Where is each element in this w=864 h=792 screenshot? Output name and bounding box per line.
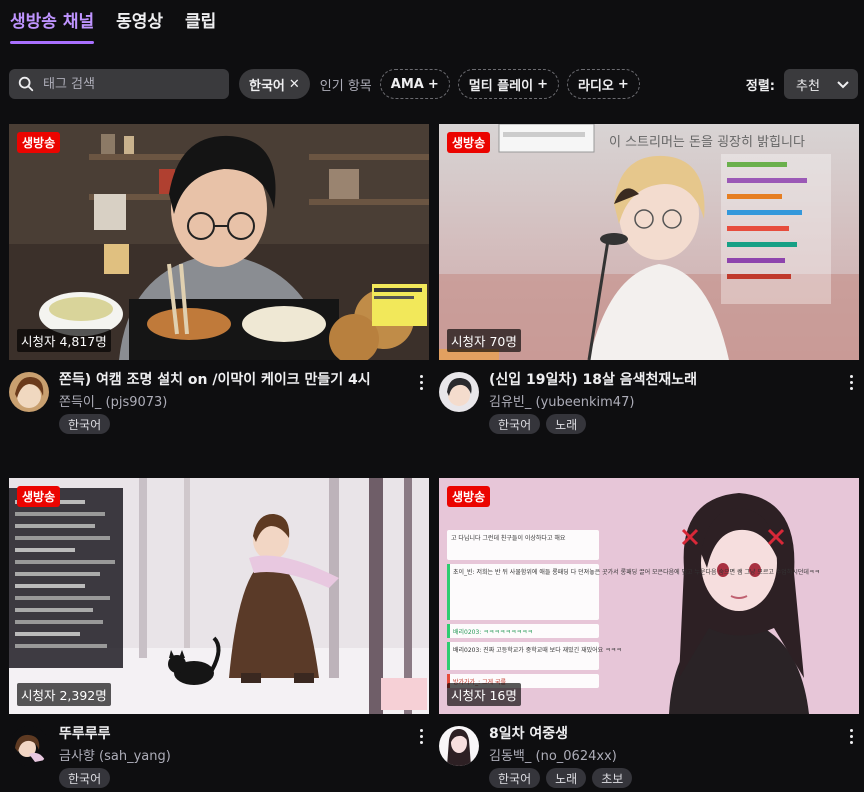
plus-icon: + (617, 76, 629, 92)
channel-name[interactable]: 쫀득이_ (pjs9073) (59, 391, 167, 410)
chip-label: 멀티 플레이 (468, 78, 534, 94)
tab-videos[interactable]: 동영상 (116, 8, 163, 44)
stream-meta: 쫀득) 여캠 조명 설치 on /이막이 케이크 만들기 4시 쫀득이_ (pj… (9, 369, 429, 449)
live-badge: 생방송 (447, 486, 491, 507)
channel-name[interactable]: 금사향 (sah_yang) (59, 745, 171, 764)
channel-name[interactable]: 김동백_ (no_0624xx) (489, 745, 617, 764)
stream-meta: 뚜루루루 금사향 (sah_yang) 한국어 (9, 723, 429, 792)
stream-card: 생방송 시청자 4,817명 쫀득) 여캠 조명 설치 on /이막이 케이크 … (9, 124, 429, 449)
stream-meta: (신입 19일차) 18살 음색천재노래 김유빈_ (yubeenkim47) … (439, 369, 859, 449)
plus-icon: + (537, 76, 548, 92)
popular-tag-chip-multiplayer[interactable]: 멀티 플레이 + (457, 69, 559, 99)
stream-thumbnail[interactable]: 고 다닙니다 그런데 친구들이 이상하다고 해요 초이_빈: 저희는 반 뒤 사… (439, 478, 859, 714)
stream-card: 생방송 시청자 2,392명 뚜루루루 금사향 (sah_yang) 한국어 (9, 478, 429, 792)
popular-tag-chip-radio[interactable]: 라디오 + (566, 69, 640, 99)
chat-line: 배리0203: ㅋㅋㅋㅋㅋㅋㅋㅋㅋ (453, 628, 533, 636)
tag-chip[interactable]: 한국어 (59, 414, 111, 434)
tag-search-input[interactable] (43, 76, 223, 92)
selected-tag-chip[interactable]: 한국어 ✕ (239, 69, 310, 99)
sort-value: 추천 (796, 78, 820, 94)
tab-clips[interactable]: 클립 (185, 8, 216, 44)
tag-list: 한국어 (59, 414, 111, 434)
viewer-count: 시청자 2,392명 (17, 683, 111, 706)
sort-dropdown[interactable]: 추천 (784, 69, 858, 99)
chevron-down-icon (837, 81, 849, 89)
tag-chip[interactable]: 한국어 (489, 768, 541, 788)
sort-control: 정렬: 추천 (746, 69, 858, 99)
stream-thumbnail[interactable]: 이 스트리머는 돈을 굉장히 밝힙니다 생방송 시청자 70명 (439, 124, 859, 360)
tag-chip[interactable]: 한국어 (489, 414, 541, 434)
sort-label: 정렬: (745, 78, 775, 94)
stream-thumbnail[interactable]: 생방송 시청자 2,392명 (9, 478, 429, 714)
tag-list: 한국어 (59, 768, 111, 788)
tag-list: 한국어 노래 (489, 414, 587, 434)
stream-thumbnail[interactable]: 생방송 시청자 4,817명 (9, 124, 429, 360)
more-options-icon[interactable] (413, 373, 429, 391)
chat-line: 배리0203: 진짜 고등학교가 중학교때 보다 재밌긴 재밌어요 ㅋㅋㅋ (453, 646, 622, 654)
avatar[interactable] (439, 372, 479, 412)
viewer-count: 시청자 16명 (447, 683, 521, 706)
chip-label: 라디오 (577, 78, 614, 94)
tag-list: 한국어 노래 초보 (489, 768, 633, 788)
live-badge: 생방송 (17, 486, 61, 507)
tab-live-channels[interactable]: 생방송 채널 (10, 8, 95, 44)
popular-tags-label: 인기 항목 (319, 78, 372, 94)
tab-bar: 생방송 채널 동영상 클립 (10, 8, 216, 46)
search-icon (18, 76, 34, 92)
stream-title[interactable]: 쫀득) 여캠 조명 설치 on /이막이 케이크 만들기 4시 (59, 369, 399, 389)
close-icon[interactable]: ✕ (289, 77, 300, 92)
avatar[interactable] (9, 726, 49, 766)
more-options-icon[interactable] (843, 727, 859, 745)
tag-chip[interactable]: 초보 (592, 768, 633, 788)
stream-title[interactable]: 뚜루루루 (59, 723, 399, 743)
viewer-count: 시청자 70명 (447, 329, 521, 352)
more-options-icon[interactable] (413, 727, 429, 745)
more-options-icon[interactable] (843, 373, 859, 391)
stream-title[interactable]: 8일차 여중생 (489, 723, 829, 743)
live-badge: 생방송 (447, 132, 491, 153)
avatar[interactable] (9, 372, 49, 412)
stream-card: 고 다닙니다 그런데 친구들이 이상하다고 해요 초이_빈: 저희는 반 뒤 사… (439, 478, 859, 792)
channel-name[interactable]: 김유빈_ (yubeenkim47) (489, 391, 634, 410)
tag-chip[interactable]: 한국어 (59, 768, 111, 788)
tag-search-box[interactable] (9, 69, 229, 99)
thumbnail-image (9, 478, 429, 714)
tag-chip[interactable]: 노래 (546, 768, 587, 788)
thumbnail-image (9, 124, 429, 360)
chip-label: AMA (390, 76, 424, 92)
stream-meta: 8일차 여중생 김동백_ (no_0624xx) 한국어 노래 초보 (439, 723, 859, 792)
chat-line: 고 다닙니다 그런데 친구들이 이상하다고 해요 (451, 534, 566, 542)
tag-chip[interactable]: 노래 (546, 414, 587, 434)
thumbnail-image: 고 다닙니다 그런데 친구들이 이상하다고 해요 초이_빈: 저희는 반 뒤 사… (439, 478, 859, 714)
filter-bar: 한국어 ✕ 인기 항목 AMA+ 멀티 플레이+ 라디오+ 정렬: 추천 (9, 69, 858, 99)
avatar[interactable] (439, 726, 479, 766)
popular-tag-chip-ama[interactable]: AMA + (379, 69, 450, 99)
overlay-caption: 이 스트리머는 돈을 굉장히 밝힙니다 (609, 135, 805, 150)
thumbnail-image: 이 스트리머는 돈을 굉장히 밝힙니다 (439, 124, 859, 360)
viewer-count: 시청자 4,817명 (17, 329, 111, 352)
stream-title[interactable]: (신입 19일차) 18살 음색천재노래 (489, 369, 829, 389)
stream-card: 이 스트리머는 돈을 굉장히 밝힙니다 생방송 시청자 70명 (신입 19일차… (439, 124, 859, 449)
chat-line: 초이_빈: 저희는 반 뒤 사물함위에 애들 롱패딩 다 던져놓은 곳가서 롱패… (453, 568, 820, 576)
live-badge: 생방송 (17, 132, 61, 153)
selected-tag-label: 한국어 (249, 78, 285, 94)
plus-icon: + (427, 76, 439, 92)
